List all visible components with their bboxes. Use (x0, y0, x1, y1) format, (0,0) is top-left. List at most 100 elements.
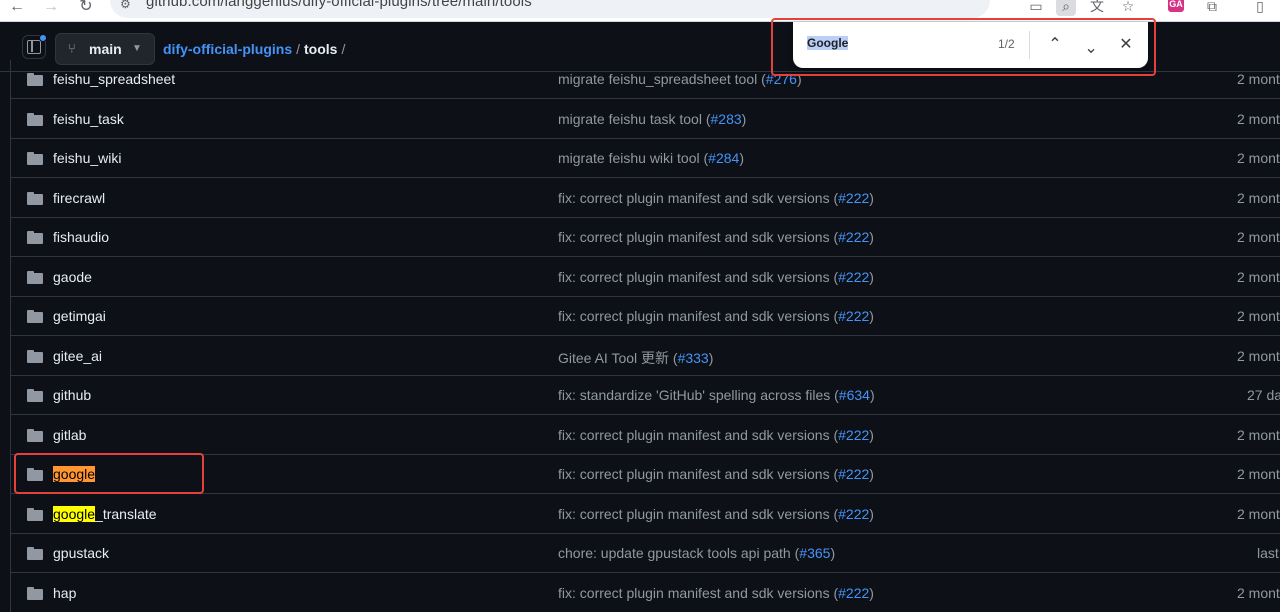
breadcrumb-current-dir: tools (304, 41, 338, 57)
commit-age: 2 months ago (1237, 466, 1280, 482)
commit-age: 2 months ago (1237, 308, 1280, 324)
folder-name-link[interactable]: google_translate (53, 505, 157, 522)
translate-icon[interactable]: 文 (1087, 0, 1107, 16)
commit-age: 27 days ago (1247, 387, 1280, 403)
commit-message-text[interactable]: fix: correct plugin manifest and sdk ver… (558, 585, 838, 601)
annotation-findbar-box (771, 18, 1156, 76)
folder-icon (27, 428, 43, 442)
pr-link[interactable]: #222 (838, 427, 869, 443)
table-row: fishaudio fix: correct plugin manifest a… (11, 218, 1280, 257)
commit-message[interactable]: migrate feishu wiki tool (#284) (558, 150, 744, 166)
commit-message-close: ) (869, 466, 874, 482)
commit-message[interactable]: fix: correct plugin manifest and sdk ver… (558, 585, 874, 601)
commit-message-text[interactable]: fix: correct plugin manifest and sdk ver… (558, 190, 838, 206)
commit-message[interactable]: chore: update gpustack tools api path (#… (558, 545, 835, 561)
commit-age: 2 months ago (1237, 150, 1280, 166)
folder-name-link[interactable]: fishaudio (53, 229, 109, 245)
folder-name-link[interactable]: getimgai (53, 308, 106, 324)
folder-name-link[interactable]: gpustack (53, 545, 109, 561)
pr-link[interactable]: #365 (799, 545, 830, 561)
bookmark-star-icon[interactable]: ☆ (1118, 0, 1138, 16)
commit-message-close: ) (739, 150, 744, 166)
extensions-puzzle-icon[interactable]: ⧉ (1202, 0, 1222, 16)
folder-name-suffix: _translate (95, 505, 157, 522)
address-bar-url[interactable]: github.com/langgenius/dify-official-plug… (146, 0, 532, 10)
find-in-page-icon[interactable]: ⌕ (1056, 0, 1076, 16)
folder-name-link[interactable]: github (53, 387, 91, 403)
commit-message[interactable]: migrate feishu_spreadsheet tool (#276) (558, 71, 802, 87)
commit-message-text[interactable]: fix: correct plugin manifest and sdk ver… (558, 269, 838, 285)
notification-dot-icon (39, 34, 47, 42)
breadcrumb-repo-link[interactable]: dify-official-plugins (163, 41, 292, 57)
commit-message-close: ) (869, 268, 874, 285)
pr-link[interactable]: #284 (708, 150, 739, 166)
commit-message-text[interactable]: Gitee AI Tool 更新 ( (558, 350, 678, 366)
commit-age: 2 months ago (1237, 229, 1280, 245)
folder-icon (27, 270, 43, 284)
commit-age: 2 months ago (1237, 268, 1280, 285)
folder-icon (27, 73, 43, 86)
commit-message-text[interactable]: fix: correct plugin manifest and sdk ver… (558, 308, 838, 324)
folder-name-link[interactable]: feishu_spreadsheet (53, 71, 175, 87)
git-branch-icon: ⑂ (68, 41, 76, 56)
find-match-other: google (53, 505, 96, 522)
commit-message[interactable]: fix: correct plugin manifest and sdk ver… (558, 308, 874, 324)
commit-age: 2 months ago (1237, 110, 1280, 127)
folder-icon (27, 349, 43, 363)
commit-message[interactable]: migrate feishu task tool (#283) (558, 111, 746, 127)
table-row: getimgai fix: correct plugin manifest an… (11, 297, 1280, 336)
folder-name-link[interactable]: hap (53, 585, 76, 601)
commit-message-text[interactable]: migrate feishu wiki tool ( (558, 150, 708, 166)
commit-message[interactable]: fix: correct plugin manifest and sdk ver… (558, 466, 874, 482)
commit-message[interactable]: fix: standardize 'GitHub' spelling acros… (558, 387, 875, 403)
pr-link[interactable]: #222 (838, 466, 869, 482)
commit-message[interactable]: fix: correct plugin manifest and sdk ver… (558, 506, 874, 522)
breadcrumb-trailing-separator: / (341, 41, 346, 57)
commit-message-close: ) (869, 189, 874, 206)
pr-link[interactable]: #333 (678, 350, 709, 366)
folder-name-link[interactable]: gitlab (53, 427, 86, 443)
commit-message[interactable]: fix: correct plugin manifest and sdk ver… (558, 190, 874, 206)
side-panel-icon[interactable]: ▯ (1250, 0, 1270, 16)
commit-age: 2 months ago (1237, 71, 1280, 87)
commit-message-text[interactable]: migrate feishu task tool ( (558, 111, 711, 127)
folder-name-link[interactable]: feishu_task (53, 111, 124, 127)
reload-icon[interactable]: ↻ (75, 0, 97, 18)
commit-message-text[interactable]: fix: correct plugin manifest and sdk ver… (558, 229, 838, 245)
pr-link[interactable]: #222 (838, 229, 869, 245)
pr-link[interactable]: #222 (838, 190, 869, 206)
commit-age: 2 months ago (1237, 505, 1280, 522)
commit-message-close: ) (869, 308, 874, 324)
breadcrumb: dify-official-plugins / tools / (163, 41, 349, 57)
commit-message-text[interactable]: fix: correct plugin manifest and sdk ver… (558, 506, 838, 522)
pr-link[interactable]: #283 (711, 111, 742, 127)
commit-message-text[interactable]: chore: update gpustack tools api path ( (558, 545, 799, 561)
commit-message-text[interactable]: fix: correct plugin manifest and sdk ver… (558, 466, 838, 482)
pr-link[interactable]: #222 (838, 585, 869, 601)
pr-link[interactable]: #222 (838, 269, 869, 285)
pr-link[interactable]: #634 (839, 387, 870, 403)
commit-message[interactable]: Gitee AI Tool 更新 (#333) (558, 348, 713, 368)
back-arrow-icon[interactable]: ← (6, 0, 28, 18)
pr-link[interactable]: #222 (838, 506, 869, 522)
install-app-icon[interactable]: ▭ (1026, 0, 1046, 16)
branch-name: main (89, 41, 122, 57)
commit-message[interactable]: fix: correct plugin manifest and sdk ver… (558, 229, 874, 245)
extension-badge-icon[interactable]: GA (1168, 0, 1184, 12)
table-row: gitee_ai Gitee AI Tool 更新 (#333) 2 month… (11, 337, 1280, 376)
commit-message[interactable]: fix: correct plugin manifest and sdk ver… (558, 427, 874, 443)
folder-name-link[interactable]: firecrawl (53, 190, 105, 206)
folder-name-link[interactable]: gaode (53, 269, 92, 285)
table-row: feishu_wiki migrate feishu wiki tool (#2… (11, 139, 1280, 178)
commit-message-text[interactable]: fix: correct plugin manifest and sdk ver… (558, 427, 838, 443)
pr-link[interactable]: #222 (838, 308, 869, 324)
commit-message[interactable]: fix: correct plugin manifest and sdk ver… (558, 269, 874, 285)
folder-name-link[interactable]: feishu_wiki (53, 150, 121, 166)
chevron-down-icon: ▼ (132, 43, 142, 54)
site-info-icon[interactable]: ⚙ (120, 0, 136, 11)
folder-name-link[interactable]: gitee_ai (53, 348, 102, 364)
forward-arrow-icon[interactable]: → (40, 0, 62, 18)
commit-message-text[interactable]: migrate feishu_spreadsheet tool ( (558, 71, 766, 87)
commit-message-text[interactable]: fix: standardize 'GitHub' spelling acros… (558, 387, 839, 403)
expand-file-tree-button[interactable] (22, 34, 47, 59)
